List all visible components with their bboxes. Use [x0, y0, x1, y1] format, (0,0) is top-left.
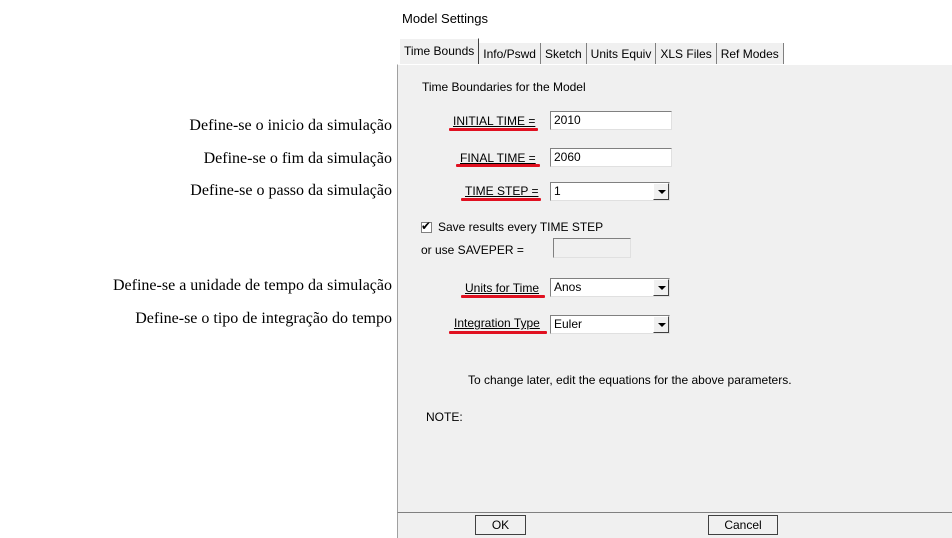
- time-step-value: 1: [554, 184, 561, 198]
- units-for-time-highlight: [461, 295, 545, 298]
- initial-time-highlight: [449, 128, 538, 131]
- tab-time-bounds[interactable]: Time Bounds: [399, 38, 480, 65]
- tab-units-equiv[interactable]: Units Equiv: [586, 43, 657, 65]
- time-step-label: TIME STEP =: [465, 184, 539, 198]
- dialog-title: Model Settings: [402, 11, 488, 26]
- units-for-time-select[interactable]: Anos: [550, 278, 670, 297]
- integration-type-select[interactable]: Euler: [550, 315, 670, 334]
- time-step-highlight: [461, 198, 541, 201]
- cancel-button[interactable]: Cancel: [708, 515, 778, 535]
- caption-initial-time: Define-se o inicio da simulação: [189, 117, 392, 134]
- initial-time-label: INITIAL TIME =: [453, 114, 536, 128]
- section-title: Time Boundaries for the Model: [422, 80, 586, 94]
- time-step-select[interactable]: 1: [550, 182, 670, 201]
- final-time-highlight: [456, 164, 540, 167]
- tab-ref-modes[interactable]: Ref Modes: [716, 43, 784, 65]
- saveper-field[interactable]: [553, 238, 631, 258]
- integration-type-highlight: [449, 331, 547, 334]
- units-for-time-label: Units for Time: [465, 281, 540, 295]
- tab-xls-files[interactable]: XLS Files: [656, 43, 717, 65]
- chevron-down-icon: [658, 323, 666, 327]
- time-bounds-panel: Time Boundaries for the Model INITIAL TI…: [397, 64, 952, 513]
- model-settings-dialog: Time Bounds Info/Pswd Sketch Units Equiv…: [397, 38, 952, 538]
- caption-units-for-time: Define-se a unidade de tempo da simulaçã…: [113, 277, 392, 294]
- integration-type-value: Euler: [554, 317, 583, 331]
- note-label: NOTE:: [426, 410, 463, 424]
- final-time-label: FINAL TIME =: [460, 151, 536, 165]
- tab-info-pswd[interactable]: Info/Pswd: [479, 43, 541, 65]
- chevron-down-icon: [658, 286, 666, 290]
- caption-time-step: Define-se o passo da simulação: [190, 182, 392, 199]
- caption-integration-type: Define-se o tipo de integração do tempo: [135, 310, 392, 327]
- units-for-time-value: Anos: [554, 280, 582, 294]
- integration-type-label: Integration Type: [454, 316, 540, 330]
- units-for-time-dropdown-button[interactable]: [653, 279, 669, 296]
- time-step-dropdown-button[interactable]: [653, 183, 669, 200]
- chevron-down-icon: [658, 190, 666, 194]
- change-instructions: To change later, edit the equations for …: [468, 373, 792, 387]
- caption-final-time: Define-se o fim da simulação: [203, 150, 392, 167]
- integration-type-dropdown-button[interactable]: [653, 316, 669, 333]
- checkmark-icon: ✔: [421, 219, 432, 233]
- save-results-label: Save results every TIME STEP: [438, 220, 604, 234]
- final-time-field[interactable]: 2060: [550, 148, 672, 167]
- tab-strip: Time Bounds Info/Pswd Sketch Units Equiv…: [397, 38, 784, 65]
- button-bar: OK Cancel: [397, 512, 952, 538]
- save-results-checkbox[interactable]: ✔: [421, 219, 432, 233]
- ok-button[interactable]: OK: [475, 515, 526, 535]
- saveper-label: or use SAVEPER =: [421, 243, 524, 257]
- tab-sketch[interactable]: Sketch: [540, 43, 587, 65]
- initial-time-field[interactable]: 2010: [550, 111, 672, 130]
